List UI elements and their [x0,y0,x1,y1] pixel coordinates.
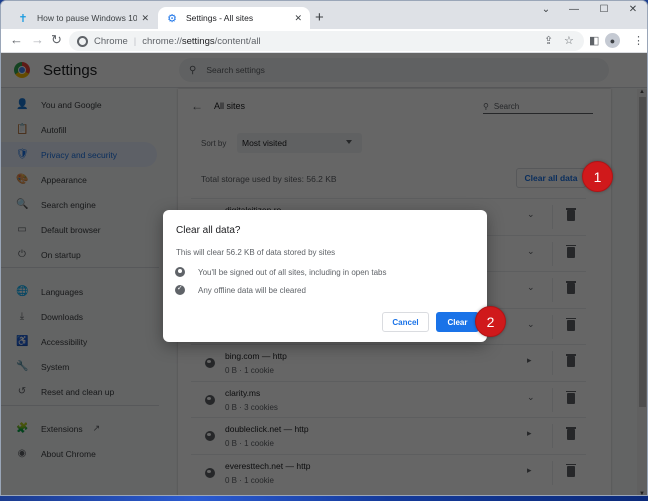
dialog-item-text: You'll be signed out of all sites, inclu… [198,267,387,277]
profile-avatar[interactable]: ● [605,33,620,48]
dialog-body: This will clear 56.2 KB of data stored b… [176,248,336,257]
tab-strip: ✝ How to pause Windows 10 upda ✕ ⚙ Setti… [1,1,647,29]
callout-badge-1: 1 [582,161,613,192]
windows-taskbar [0,496,648,501]
dialog-item-offline-data: Any offline data will be cleared [175,283,306,297]
chrome-site-info-icon[interactable] [77,35,88,47]
tab-settings-all-sites[interactable]: ⚙ Settings - All sites ✕ [158,7,310,29]
dialog-item-text: Any offline data will be cleared [198,285,306,295]
clear-all-data-dialog: Clear all data? This will clear 56.2 KB … [163,210,487,342]
bookmark-star-icon[interactable]: ☆ [564,34,574,47]
address-bar[interactable]: Chrome | chrome://settings/content/all [69,31,584,51]
settings-gear-icon: ⚙ [167,12,177,25]
browser-window: ✝ How to pause Windows 10 upda ✕ ⚙ Setti… [0,0,648,496]
close-tab-icon[interactable]: ✕ [141,13,149,24]
maximize-button[interactable]: ☐ [592,4,616,15]
dialog-item-signed-out: You'll be signed out of all sites, inclu… [175,265,386,279]
omnibox-separator: | [133,35,137,47]
close-window-button[interactable]: ✕ [621,4,645,15]
offline-check-icon [175,284,185,295]
close-tab-icon[interactable]: ✕ [294,13,302,24]
dialog-title: Clear all data? [176,225,241,236]
tab-title: How to pause Windows 10 upda [37,13,138,23]
tab-title: Settings - All sites [186,13,254,23]
callout-badge-2: 2 [475,306,506,337]
tab-search-button[interactable]: ⌄ [534,4,558,15]
tab-how-to-pause-windows[interactable]: ✝ How to pause Windows 10 upda ✕ [9,7,157,29]
forward-button[interactable]: → [31,32,44,47]
minimize-button[interactable]: — [562,4,586,15]
reload-button[interactable]: ↻ [51,32,62,48]
site-chip: Chrome [94,35,128,47]
dialog-clear-button[interactable]: Clear [436,312,479,332]
browser-toolbar: ← → ↻ Chrome | chrome://settings/content… [1,29,647,53]
url-text: chrome://settings/content/all [142,35,261,47]
new-tab-button[interactable]: + [315,9,324,26]
share-icon[interactable]: ⇪ [544,34,553,47]
dialog-cancel-button[interactable]: Cancel [382,312,429,332]
back-button[interactable]: ← [10,32,23,47]
digitalcitizen-favicon: ✝ [18,12,28,25]
account-circle-icon [175,267,185,277]
side-panel-icon[interactable]: ◧ [589,34,599,47]
kebab-menu-icon[interactable]: ⋮ [633,34,644,47]
